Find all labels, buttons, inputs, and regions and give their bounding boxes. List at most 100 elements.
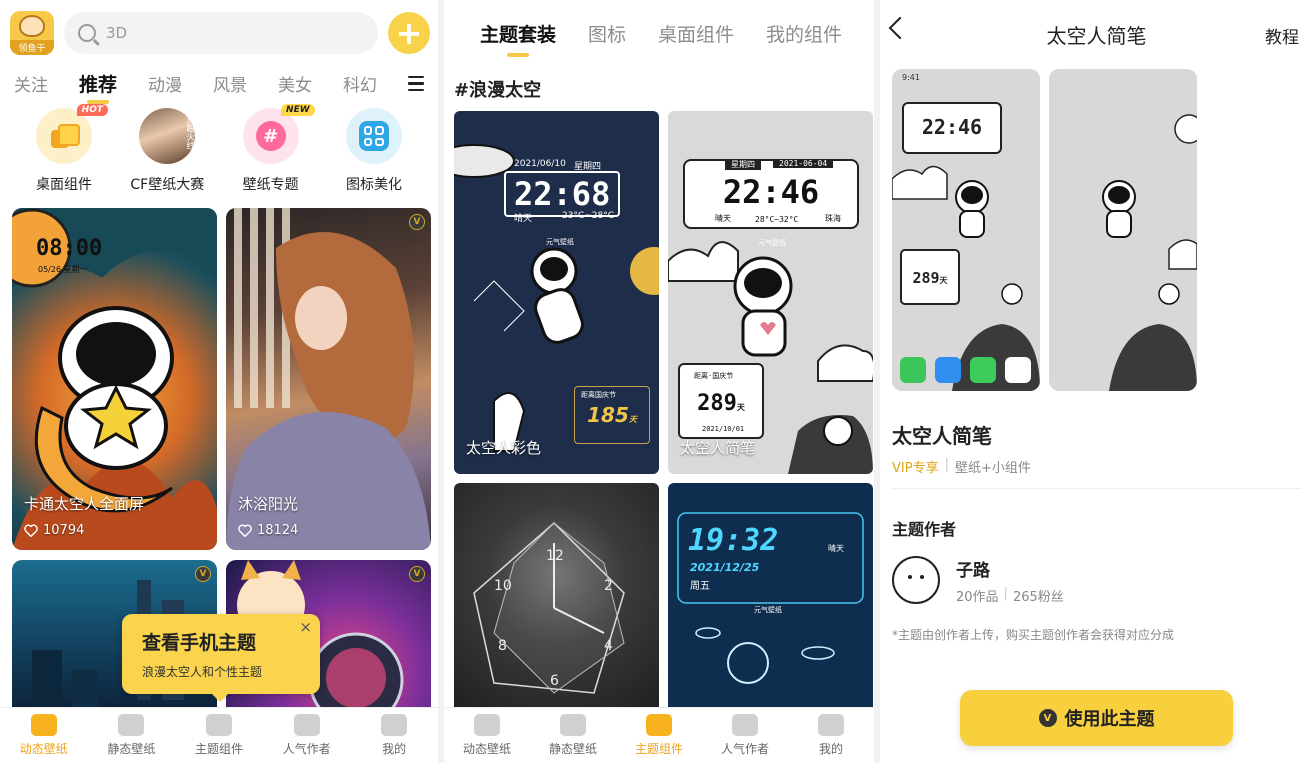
quick-icon-beautify[interactable]: 图标美化 [324, 108, 424, 194]
crown-icon [732, 714, 758, 736]
card-date: 05/26 星期一 [38, 265, 88, 274]
tab-popular-authors[interactable]: 人气作者 [267, 714, 347, 757]
countdown-unit: 天 [628, 415, 637, 424]
preview-wallpaper[interactable] [1049, 69, 1197, 391]
tab-theme-widgets[interactable]: 主题组件 [179, 714, 259, 757]
profile-icon [381, 714, 408, 736]
app-screenshots: 领鱼干 3D + 关注 推荐 动漫 风景 美女 科幻 HOT 桌面组件 穿越火线… [0, 0, 1313, 763]
quick-desktop-widgets[interactable]: HOT 桌面组件 [14, 104, 114, 194]
card-likes[interactable]: 18124 [238, 523, 298, 538]
app-logo[interactable]: 领鱼干 [10, 11, 54, 55]
tutorial-link[interactable]: 教程 [1265, 23, 1299, 48]
theme-tabs: 主题套装 图标 桌面组件 我的组件 [480, 20, 842, 47]
home-panel: 领鱼干 3D + 关注 推荐 动漫 风景 美女 科幻 HOT 桌面组件 穿越火线… [0, 0, 438, 763]
theme-thumb[interactable]: 12 2 4 6 8 10 [454, 483, 659, 713]
theme-thumb[interactable]: 2021/06/10 星期四 22:68 晴天 23°C~28°C 元气壁纸 距… [454, 111, 659, 474]
tv-icon [30, 714, 57, 736]
widget-date: 2021/12/25 [690, 561, 760, 574]
preview-homescreen[interactable]: 9:41 22:46 289天 [892, 69, 1040, 391]
quick-label: 桌面组件 [36, 177, 92, 193]
tab-recommend[interactable]: 推荐 [79, 70, 117, 97]
tab-anime[interactable]: 动漫 [148, 71, 182, 96]
card-clock: 08:00 [36, 236, 103, 261]
dial-6: 6 [550, 673, 559, 689]
author-stats: 20作品 | 265粉丝 [956, 586, 1064, 605]
tooltip-title: 查看手机主题 [142, 632, 257, 654]
use-theme-button[interactable]: V 使用此主题 [960, 690, 1233, 746]
dial-10: 10 [494, 578, 512, 594]
author-avatar[interactable] [892, 556, 940, 604]
quick-cf-contest[interactable]: CF壁纸大赛 [117, 108, 217, 194]
tab-beauty[interactable]: 美女 [278, 71, 312, 96]
countdown-event: 距离国庆节 [581, 391, 616, 399]
tab-desktop-widgets[interactable]: 桌面组件 [658, 20, 734, 47]
tab-static-wallpaper[interactable]: 静态壁纸 [533, 714, 613, 757]
logo-text: 领鱼干 [10, 40, 54, 55]
tab-theme-suites[interactable]: 主题套装 [480, 20, 556, 47]
bottom-tabbar: 动态壁纸 静态壁纸 主题组件 人气作者 我的 [0, 707, 438, 763]
tab-static-wallpaper[interactable]: 静态壁纸 [91, 714, 171, 757]
wallpaper-card[interactable]: V 沐浴阳光 18124 [226, 208, 431, 550]
wand-icon [646, 714, 672, 736]
widget-brand: 元气壁纸 [754, 606, 782, 614]
wallpaper-card[interactable]: 08:00 05/26 星期一 卡通太空人全面屏 10794 [12, 208, 217, 550]
tab-icons[interactable]: 图标 [588, 20, 626, 47]
close-icon[interactable]: × [299, 618, 312, 636]
grid-icon [358, 121, 389, 151]
widget-icon-wrap: HOT [36, 104, 108, 164]
tab-mine[interactable]: 我的 [354, 714, 434, 757]
author-heading: 主题作者 [892, 520, 957, 539]
tab-popular-authors[interactable]: 人气作者 [705, 714, 785, 757]
countdown-unit: 天 [736, 403, 745, 412]
quick-wallpaper-topics[interactable]: # NEW 壁纸专题 [221, 104, 321, 194]
tab-scenery[interactable]: 风景 [213, 71, 247, 96]
meta-separator: | [944, 457, 949, 472]
profile-icon [818, 714, 844, 736]
tab-theme-widgets[interactable]: 主题组件 [619, 714, 699, 757]
card-title: 卡通太空人全面屏 [24, 495, 145, 513]
card-likes[interactable]: 10794 [24, 523, 84, 538]
search-bar[interactable]: 3D [64, 12, 378, 54]
widget-icon [51, 124, 80, 148]
tab-follow[interactable]: 关注 [14, 71, 48, 96]
use-theme-label: 使用此主题 [1064, 709, 1155, 730]
thumb-title: 太空人简笔 [680, 439, 756, 457]
tab-my-widgets[interactable]: 我的组件 [766, 20, 842, 47]
menu-icon[interactable] [407, 75, 424, 92]
cf-contest-image [139, 108, 196, 164]
countdown-value: 289 [697, 391, 737, 416]
widget-clock: 19:32 [688, 523, 779, 558]
tab-mine[interactable]: 我的 [791, 714, 871, 757]
add-button[interactable]: + [388, 12, 430, 54]
vip-badge-icon: V [409, 566, 425, 582]
tab-label: 静态壁纸 [107, 742, 156, 756]
tab-live-wallpaper[interactable]: 动态壁纸 [4, 714, 84, 757]
tab-live-wallpaper[interactable]: 动态壁纸 [447, 714, 527, 757]
theme-list-panel: 主题套装 图标 桌面组件 我的组件 #浪漫太空 2021/06/10 星期四 2… [444, 0, 874, 763]
widget-temp: 28°C~32°C [755, 215, 799, 224]
dock [900, 357, 1031, 383]
tab-scifi[interactable]: 科幻 [343, 71, 377, 96]
vip-icon: V [1038, 709, 1057, 727]
tooltip-subtitle: 浪漫太空人和个性主题 [142, 665, 263, 679]
theme-tooltip[interactable]: 查看手机主题 浪漫太空人和个性主题 × [122, 614, 320, 702]
status-time: 9:41 [902, 73, 920, 82]
preview-illustration [1102, 114, 1197, 391]
clock-value: 22:46 [722, 173, 820, 211]
countdown-widget: 距离国庆节 185天 [574, 386, 650, 444]
preview-countdown: 289天 [900, 249, 960, 305]
preview-days: 289 [912, 269, 940, 287]
wand-icon [205, 714, 232, 736]
widget-date: 2021/06/10 [514, 159, 566, 169]
tab-label: 人气作者 [282, 742, 331, 756]
music-app-icon [1005, 357, 1031, 383]
preview-days-unit: 天 [939, 276, 948, 285]
theme-thumb[interactable]: 19:32 2021/12/25 周五 晴天 元气壁纸 [668, 483, 873, 713]
quick-label: 图标美化 [345, 177, 402, 193]
hashtag-icon-wrap: # NEW [242, 104, 315, 164]
grid-icon-wrap [345, 108, 402, 164]
author-name[interactable]: 子路 [956, 556, 990, 581]
quick-entries: HOT 桌面组件 CF壁纸大赛 # NEW 壁纸专题 图标美化 [14, 104, 424, 194]
theme-thumb[interactable]: 星期四 2021-06-04 22:46 晴天 28°C~32°C 珠海 元气壁… [668, 111, 873, 474]
tab-label: 我的 [382, 742, 407, 756]
